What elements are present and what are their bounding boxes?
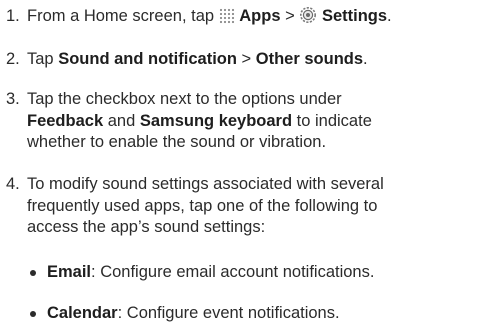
feedback-label: Feedback (27, 111, 104, 130)
bullet-dot (30, 311, 36, 317)
bullet-dot (30, 270, 36, 276)
email-label: Email (47, 263, 92, 281)
step-number: 3. (6, 90, 20, 108)
step-number: 4. (6, 175, 20, 193)
step-text: Tap Sound and notification > Other sound… (27, 50, 368, 68)
step-text: From a Home screen, tap Apps > Settings. (27, 6, 497, 31)
step-number: 1. (6, 7, 20, 25)
apps-grid-icon (219, 8, 235, 31)
sound-notification-label: Sound and notification (58, 50, 237, 68)
settings-label: Settings (321, 7, 388, 25)
step-number: 2. (6, 50, 20, 68)
bullet-item-email: Email: Configure email account notificat… (30, 262, 487, 284)
step-text: Tap the checkbox next to the options und… (27, 90, 372, 151)
step-text: To modify sound settings associated with… (27, 175, 384, 236)
calendar-label: Calendar (47, 304, 118, 322)
other-sounds-label: Other sounds (255, 50, 364, 68)
samsung-keyboard-label: Samsung keyboard (139, 111, 293, 130)
apps-label: Apps (239, 7, 281, 25)
bullet-item-calendar: Calendar: Configure event notifications. (30, 303, 487, 325)
settings-gear-icon (299, 6, 317, 31)
